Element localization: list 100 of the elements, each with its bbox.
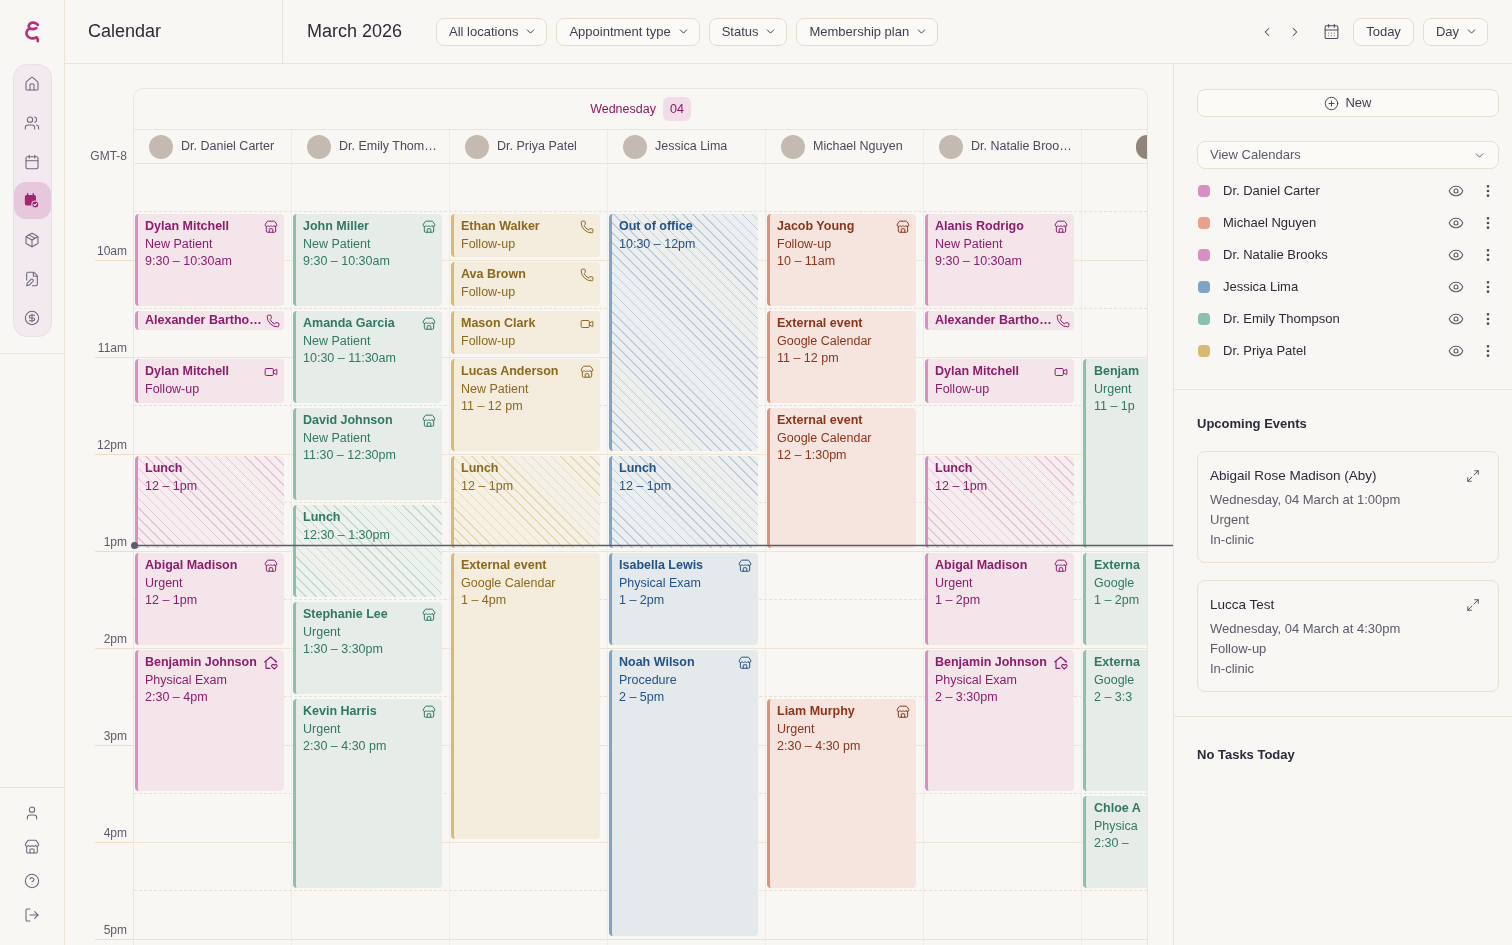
blocked-time-card[interactable]: Lunch 12 – 1pm (609, 456, 758, 548)
appointment-card[interactable]: Dylan Mitchell Follow-up (925, 359, 1074, 403)
appointment-card[interactable]: Dylan Mitchell New Patient 9:30 – 10:30am (135, 213, 284, 306)
appointment-card[interactable]: Abigal Madison Urgent 12 – 1pm (135, 553, 284, 645)
help-icon (24, 873, 40, 889)
event-detail: Google Calendar (461, 575, 557, 592)
appointment-card[interactable]: Ethan Walker Follow-up (451, 213, 600, 257)
appointment-card[interactable]: Benjamin Johnson Physical Exam 2 – 3:30pm (925, 650, 1074, 791)
event-card[interactable]: External event Google Calendar 11 – 12 pm (767, 310, 916, 403)
home-icon (24, 75, 40, 92)
blocked-time-card[interactable]: Lunch 12 – 1pm (925, 456, 1074, 548)
event-title: External event (777, 314, 863, 332)
dollar-icon (24, 309, 40, 326)
new-button[interactable]: New (1197, 89, 1499, 117)
event-detail: 1:30 – 3:30pm (303, 640, 384, 658)
appointment-card[interactable]: Alexander Bartho… (925, 310, 1074, 330)
appointment-card[interactable]: Isabella Lewis Physical Exam 1 – 2pm (609, 553, 758, 645)
event-detail: Urgent (1094, 381, 1133, 398)
event-title: Chloe A (1094, 799, 1141, 817)
filter-dropdown[interactable]: Membership plan (796, 17, 939, 46)
eye-icon[interactable] (1448, 215, 1464, 231)
hour-label: 11am (97, 341, 128, 355)
blocked-time-card[interactable]: Lunch 12:30 – 1:30pm (293, 504, 442, 597)
event-title: Ethan Walker (461, 217, 540, 235)
event-card[interactable]: External event Google Calendar 1 – 4pm (451, 553, 600, 839)
appointment-card[interactable]: Kevin Harris Urgent 2:30 – 4:30 pm (293, 698, 442, 888)
hour-label: 12pm (96, 438, 128, 452)
calendar-name: Dr. Emily Thompson (1223, 310, 1340, 329)
event-detail: 11 – 1p (1094, 398, 1136, 415)
event-title: Lunch (619, 460, 657, 477)
event-card[interactable]: External event Google Calendar 12 – 1:30pm (767, 407, 916, 548)
eye-icon[interactable] (1448, 311, 1464, 327)
appointment-card[interactable]: Mason Clark Follow-up (451, 310, 600, 354)
store-icon (738, 656, 752, 670)
event-detail: 9:30 – 10:30am (303, 252, 391, 270)
appointment-card[interactable]: Alexander Bartho… (135, 310, 284, 330)
hour-label: 1pm (103, 535, 128, 549)
appointment-card[interactable]: Dylan Mitchell Follow-up (135, 359, 284, 403)
event-location: In-clinic (1210, 660, 1255, 678)
event-detail: 2:30 – (1094, 834, 1130, 852)
appointment-card[interactable]: Stephanie Lee Urgent 1:30 – 3:30pm (293, 601, 442, 694)
calendar-name: Dr. Daniel Carter (1223, 182, 1320, 201)
event-detail: Procedure (619, 672, 678, 689)
event-detail: 12:30 – 1:30pm (303, 526, 391, 544)
doctor-name: Dr. Natalie Broo… (971, 138, 1072, 156)
calendar-name: Jessica Lima (1223, 278, 1299, 297)
blocked-time-card[interactable]: Out of office 10:30 – 12pm (609, 213, 758, 451)
event-title: Lunch (461, 460, 499, 477)
event-detail: New Patient (935, 235, 1004, 253)
calendars-dropdown[interactable]: View Calendars (1197, 141, 1499, 169)
eye-icon[interactable] (1448, 279, 1464, 295)
store-icon (422, 316, 436, 331)
upcoming-event-card[interactable]: Lucca Test Wednesday, 04 March at 4:30pm Follow-up In-clinic (1197, 580, 1499, 692)
event-title: Liam Murphy (777, 702, 855, 720)
event-detail: New Patient (303, 235, 372, 253)
appointment-card[interactable]: Alanis Rodrigo New Patient 9:30 – 10:30am (925, 213, 1074, 306)
current-period: March 2026 (307, 20, 403, 43)
event-card[interactable]: Externa Google 1 – 2pm (1083, 553, 1147, 645)
event-title: Benjamin Johnson (935, 654, 1047, 671)
event-detail: 12 – 1:30pm (777, 446, 848, 464)
store-icon (422, 607, 436, 622)
house-heart-icon (264, 656, 278, 670)
event-detail: New Patient (461, 381, 530, 398)
appointment-card[interactable]: Benjamin Johnson Physical Exam 2:30 – 4pm (135, 650, 284, 791)
avatar (623, 134, 647, 159)
appointment-card[interactable]: Lucas Anderson New Patient 11 – 12 pm (451, 359, 600, 451)
view-dropdown[interactable]: Day (1422, 17, 1488, 46)
upcoming-event-card[interactable]: Abigail Rose Madison (Aby) Wednesday, 04 March at 1:00pm Urgent In-clinic (1197, 451, 1499, 563)
appointment-card[interactable]: John Miller New Patient 9:30 – 10:30am (293, 213, 442, 306)
today-button[interactable]: Today (1353, 17, 1414, 46)
event-detail: 12 – 1pm (619, 478, 673, 495)
appointment-card[interactable]: Amanda Garcia New Patient 10:30 – 11:30am (293, 310, 442, 403)
appointment-card[interactable]: Ava Brown Follow-up (451, 262, 600, 306)
appointment-card[interactable]: Abigal Madison Urgent 1 – 2pm (925, 553, 1074, 645)
filter-dropdown[interactable]: All locations (436, 17, 548, 46)
expand-icon[interactable] (1466, 598, 1480, 612)
event-title: Dylan Mitchell (935, 363, 1020, 380)
eye-icon[interactable] (1448, 183, 1464, 199)
appointment-card[interactable]: Liam Murphy Urgent 2:30 – 4:30 pm (767, 698, 916, 888)
event-card[interactable]: Externa Google 2 – 3:3 (1083, 650, 1147, 791)
appointment-card[interactable]: David Johnson New Patient 11:30 – 12:30pm (293, 407, 442, 500)
blocked-time-card[interactable]: Lunch 12 – 1pm (451, 456, 600, 548)
blocked-time-card[interactable]: Lunch 12 – 1pm (135, 456, 284, 548)
eye-icon[interactable] (1448, 247, 1464, 263)
phone-icon (1055, 313, 1070, 328)
expand-icon[interactable] (1466, 469, 1480, 483)
event-title: Isabella Lewis (619, 557, 704, 574)
filter-dropdown[interactable]: Status (708, 17, 788, 46)
event-detail: Google (1094, 575, 1136, 592)
event-title: Amanda Garcia (303, 314, 395, 332)
filter-dropdown[interactable]: Appointment type (556, 17, 700, 46)
event-card[interactable]: Benjam Urgent 11 – 1p (1083, 359, 1147, 548)
appointment-card[interactable]: Noah Wilson Procedure 2 – 5pm (609, 650, 758, 936)
event-detail: Follow-up (145, 381, 201, 398)
eye-icon[interactable] (1448, 343, 1464, 359)
tasks-status: No Tasks Today (1197, 747, 1295, 762)
nav-button[interactable] (13, 182, 51, 219)
event-card[interactable]: Chloe A Physica 2:30 – (1083, 795, 1147, 888)
store-icon (422, 413, 436, 428)
appointment-card[interactable]: Jacob Young Follow-up 10 – 11am (767, 213, 916, 306)
